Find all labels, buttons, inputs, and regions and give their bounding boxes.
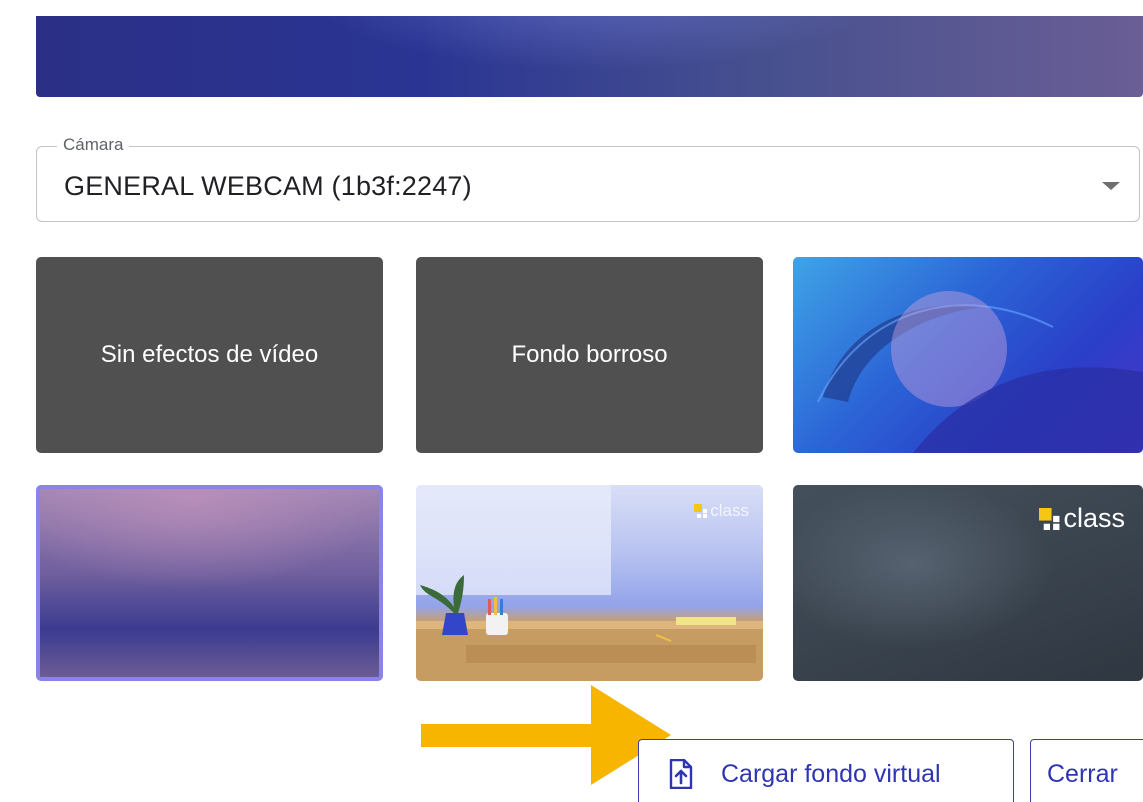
no-effects-tile[interactable]: Sin efectos de vídeo	[36, 257, 383, 453]
blur-background-tile[interactable]: Fondo borroso	[416, 257, 763, 453]
background-purple-gradient-tile[interactable]	[36, 485, 383, 681]
brand-text: class	[710, 501, 749, 520]
upload-file-icon	[669, 759, 693, 789]
close-button[interactable]: Cerrar	[1030, 739, 1143, 802]
background-desk-scene-tile[interactable]: class	[416, 485, 763, 681]
camera-label: Cámara	[57, 134, 130, 156]
close-label: Cerrar	[1047, 759, 1118, 788]
abstract-blue-thumbnail	[817, 291, 1143, 453]
class-logo-icon	[694, 504, 708, 518]
background-abstract-blue-tile[interactable]	[793, 257, 1143, 453]
video-settings-panel: Cámara GENERAL WEBCAM (1b3f:2247) Sin ef…	[0, 0, 1143, 802]
brand-text: class	[1063, 503, 1125, 533]
no-effects-label: Sin efectos de vídeo	[100, 341, 319, 368]
class-brand-large: class	[1039, 503, 1125, 534]
upload-background-button[interactable]: Cargar fondo virtual	[638, 739, 1014, 802]
background-dark-slate-tile[interactable]: class	[793, 485, 1143, 681]
class-logo-icon	[1039, 507, 1060, 530]
blur-background-label: Fondo borroso	[511, 341, 668, 368]
upload-background-label: Cargar fondo virtual	[721, 759, 941, 788]
camera-value[interactable]: GENERAL WEBCAM (1b3f:2247)	[64, 171, 472, 201]
dropdown-arrow-icon[interactable]	[1102, 182, 1120, 190]
camera-select[interactable]: Cámara GENERAL WEBCAM (1b3f:2247)	[36, 134, 1140, 222]
class-brand-small: class	[694, 501, 749, 521]
camera-preview	[36, 16, 1143, 97]
annotation-arrow	[421, 685, 671, 785]
